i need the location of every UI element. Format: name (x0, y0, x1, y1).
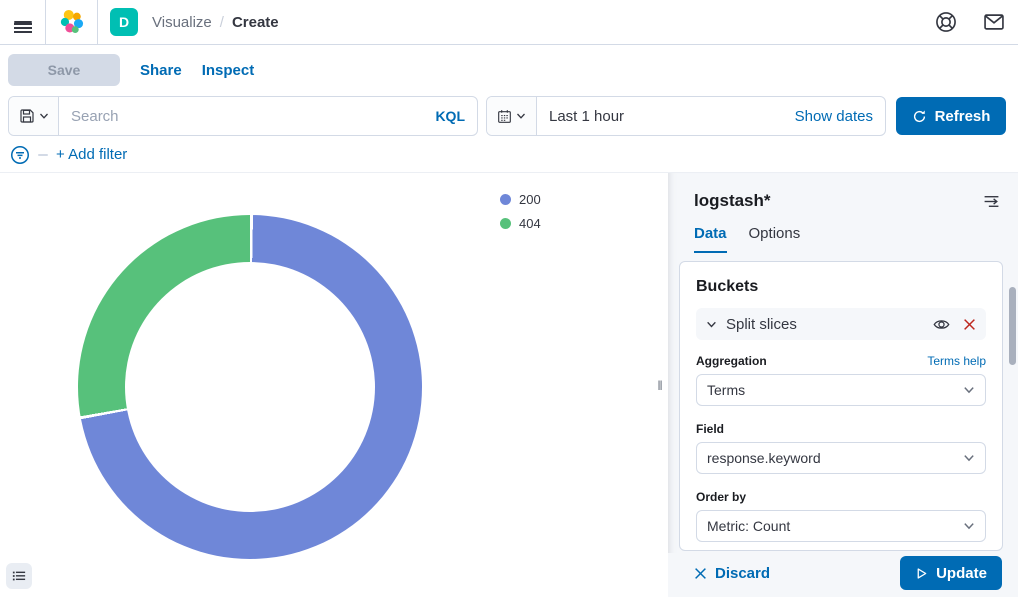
space-badge[interactable]: D (110, 8, 138, 36)
vis-editor-panel: logstash* Data Options Buckets (668, 173, 1018, 597)
elastic-logo (46, 0, 98, 44)
calendar-icon (497, 109, 512, 124)
help-button[interactable] (922, 0, 970, 44)
breadcrumb-separator: / (220, 14, 224, 31)
chevron-down-icon (963, 520, 975, 532)
query-bar: KQL Last 1 hour Show dates Refresh (0, 95, 1018, 137)
kibana-visualize-app: D Visualize / Create Save Share Inspect (0, 0, 1018, 598)
query-language-button[interactable]: KQL (423, 108, 477, 124)
top-header: D Visualize / Create (0, 0, 1018, 45)
chart-legend: 200 404 (500, 187, 541, 235)
refresh-button[interactable]: Refresh (896, 97, 1006, 135)
donut-chart[interactable] (78, 215, 422, 559)
breadcrumb-visualize[interactable]: Visualize (152, 14, 212, 31)
remove-bucket-button[interactable] (963, 318, 976, 331)
legend-item-200[interactable]: 200 (500, 187, 541, 211)
show-dates-button[interactable]: Show dates (783, 108, 885, 125)
play-icon (915, 567, 928, 580)
hamburger-icon (14, 21, 32, 23)
add-filter-button[interactable]: + Add filter (56, 146, 127, 163)
eye-icon (933, 316, 950, 333)
collapse-panel-button[interactable] (981, 191, 1002, 212)
split-slices-accordion[interactable]: Split slices (696, 308, 986, 340)
chevron-down-icon (39, 111, 49, 121)
menu-right-icon (983, 193, 1000, 210)
aggregation-label: Aggregation (696, 354, 767, 368)
toggle-visibility-button[interactable] (933, 316, 950, 333)
inspect-button[interactable]: Inspect (202, 62, 255, 79)
buckets-title: Buckets (696, 278, 986, 296)
editor-tabs: Data Options (668, 219, 1018, 253)
date-picker: Last 1 hour Show dates (486, 96, 886, 136)
editor-footer: Discard Update (668, 553, 1018, 597)
save-button[interactable]: Save (8, 54, 120, 86)
save-icon (19, 108, 35, 124)
search-input[interactable] (59, 108, 423, 125)
filter-bar: + Add filter (0, 137, 1018, 173)
filter-divider (38, 154, 48, 156)
visualization-canvas: 200 404 (0, 173, 652, 597)
order-by-select[interactable]: Metric: Count (696, 510, 986, 542)
newsfeed-button[interactable] (970, 0, 1018, 44)
tab-options[interactable]: Options (749, 225, 801, 253)
share-button[interactable]: Share (140, 62, 182, 79)
chevron-down-icon (963, 384, 975, 396)
chevron-down-icon (963, 452, 975, 464)
visualize-toolbar: Save Share Inspect (0, 45, 1018, 95)
chevron-down-icon (516, 111, 526, 121)
aggregation-select[interactable]: Terms (696, 374, 986, 406)
split-slices-label: Split slices (726, 316, 924, 333)
legend-toggle-button[interactable] (6, 563, 32, 589)
life-buoy-icon (935, 11, 957, 33)
buckets-card: Buckets Split slices (679, 261, 1003, 551)
donut-hole (125, 262, 375, 512)
saved-query-menu-button[interactable] (9, 97, 59, 135)
cross-icon (694, 567, 707, 580)
legend-item-404[interactable]: 404 (500, 211, 541, 235)
filter-icon (10, 145, 30, 165)
field-select[interactable]: response.keyword (696, 442, 986, 474)
close-icon (963, 318, 976, 331)
legend-dot-404 (500, 218, 511, 229)
discard-button[interactable]: Discard (694, 565, 770, 582)
breadcrumb: Visualize / Create (152, 0, 279, 44)
order-by-label: Order by (696, 490, 746, 504)
main-content: 200 404 ‖ logstash* (0, 173, 1018, 597)
tab-data[interactable]: Data (694, 225, 727, 253)
legend-dot-200 (500, 194, 511, 205)
index-pattern-title: logstash* (694, 191, 771, 211)
list-icon (12, 569, 26, 583)
panel-resize-handle[interactable]: ‖ (652, 173, 668, 597)
update-button[interactable]: Update (900, 556, 1002, 590)
date-quick-menu-button[interactable] (487, 97, 537, 135)
breadcrumb-create: Create (232, 14, 279, 31)
filter-options-button[interactable] (10, 145, 30, 165)
panel-scrollbar[interactable] (1009, 287, 1016, 365)
terms-help-link[interactable]: Terms help (927, 354, 986, 368)
menu-button[interactable] (0, 0, 46, 44)
envelope-icon (983, 11, 1005, 33)
field-label: Field (696, 422, 724, 436)
refresh-icon (912, 109, 927, 124)
chevron-down-icon (706, 319, 717, 330)
time-range-value[interactable]: Last 1 hour (537, 108, 783, 125)
search-box: KQL (8, 96, 478, 136)
